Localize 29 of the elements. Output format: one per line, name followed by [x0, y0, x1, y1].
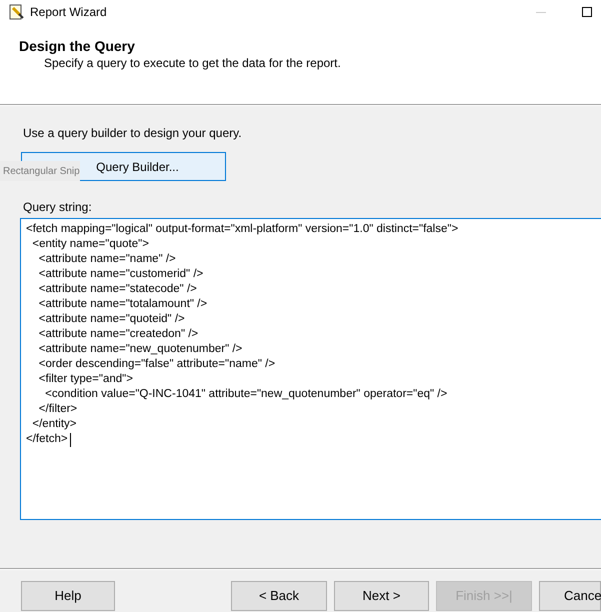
query-string-field[interactable] [20, 218, 601, 520]
wizard-button[interactable]: Next > [334, 581, 429, 611]
query-line: </filter> [38, 402, 78, 417]
query-line: <attribute name="quoteid" /> [38, 312, 185, 327]
cancel-button[interactable]: Cance [539, 581, 601, 611]
query-line: <condition value="Q-INC-1041" attribute="new_quotenumber" operator="eq" /> [44, 387, 448, 402]
tooltip: Rectangular Snip [0, 161, 80, 181]
query-line: <attribute name="name" /> [38, 252, 176, 267]
query-line: <attribute name="new_quotenumber" /> [38, 342, 242, 357]
query-line: <order descending="false" attribute="name" /> [38, 357, 276, 372]
page-subtitle: Specify a query to execute to get the data for the report. [43, 55, 342, 71]
wizard-button[interactable]: < Back [231, 581, 327, 611]
query-line: <attribute name="customerid" /> [38, 267, 204, 282]
query-line: <entity name="quote"> [31, 237, 149, 252]
instruction-text: Use a query builder to design your query. [23, 125, 243, 142]
query-line: <fetch mapping="logical" output-format="xml-platform" version="1.0" distinct="false"> [26, 222, 458, 237]
page-title: Design the Query [19, 37, 136, 55]
text-cursor [70, 432, 71, 446]
query-string-label: Query string: [23, 199, 93, 216]
query-line: </fetch> [26, 432, 68, 447]
window-title: Report Wizard [30, 4, 107, 21]
query-line: <attribute name="statecode" /> [38, 282, 197, 297]
query-line: <attribute name="totalamount" /> [38, 297, 208, 312]
report-icon [9, 4, 25, 20]
query-line: <filter type="and"> [38, 372, 133, 387]
query-line: <attribute name="createdon" /> [38, 327, 198, 342]
maximize-icon[interactable] [582, 7, 592, 17]
wizard-button[interactable]: Help [21, 581, 115, 611]
query-line: </entity> [31, 417, 77, 432]
